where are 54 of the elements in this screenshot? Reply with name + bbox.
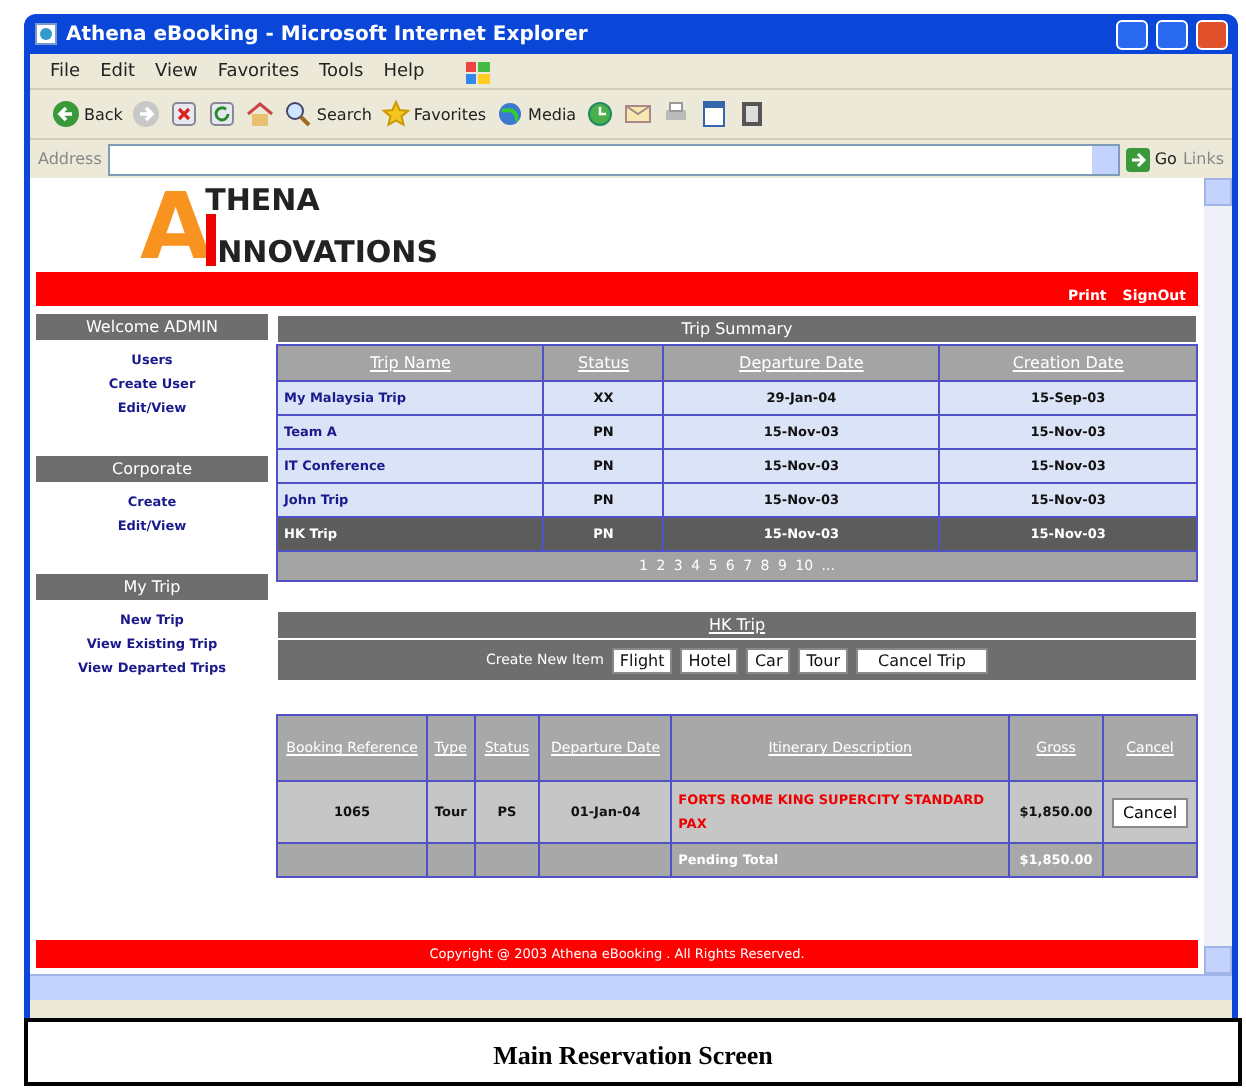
envelope-icon: [624, 100, 653, 128]
search-button[interactable]: Search: [282, 98, 374, 130]
address-field[interactable]: [107, 143, 1121, 175]
go-button[interactable]: Go: [1126, 147, 1177, 171]
cancel-button[interactable]: Cancel: [1112, 797, 1188, 827]
item-button[interactable]: Hotel: [680, 647, 739, 673]
favorites-button[interactable]: Favorites: [379, 98, 489, 130]
logo-bar: [205, 214, 216, 266]
item-button[interactable]: Flight: [611, 647, 673, 673]
menu-item[interactable]: Favorites: [217, 61, 300, 81]
go-arrow-icon: [1126, 147, 1151, 171]
windows-flag-icon: [464, 57, 493, 85]
section-header: Welcome ADMIN: [36, 314, 268, 340]
address-label: Address: [38, 150, 102, 168]
notepad-icon: [738, 100, 767, 128]
logo-text: THENA: [205, 186, 322, 214]
menu-item[interactable]: Help: [383, 61, 425, 81]
stop-icon: [170, 100, 199, 128]
trip-title[interactable]: HK Trip: [276, 610, 1198, 640]
search-icon: [284, 100, 313, 128]
section-header: Corporate: [36, 456, 268, 482]
close-button[interactable]: [1196, 19, 1228, 49]
menu-item[interactable]: Tools: [319, 61, 364, 81]
logo-text: NNOVATIONS: [217, 238, 439, 266]
menu-item[interactable]: Edit: [100, 61, 135, 81]
table-title: Trip Summary: [276, 314, 1198, 344]
back-button[interactable]: Back: [50, 98, 125, 130]
refresh-button[interactable]: [206, 98, 239, 130]
minimize-button[interactable]: [1116, 19, 1148, 49]
refresh-icon: [208, 100, 237, 128]
page-icon: [34, 22, 58, 46]
maximize-button[interactable]: [1156, 19, 1188, 49]
history-button[interactable]: [584, 98, 617, 130]
item-button[interactable]: Cancel Trip: [856, 647, 988, 673]
window-title: Athena eBooking - Microsoft Internet Explorer: [66, 23, 590, 45]
clock-icon: [586, 100, 615, 128]
house-icon: [246, 100, 275, 128]
item-button[interactable]: Tour: [798, 647, 849, 673]
star-icon: [381, 100, 410, 128]
back-arrow-icon: [52, 100, 80, 128]
horizontal-scrollbar[interactable]: [30, 974, 1232, 1000]
caption-text: Main Reservation Screen: [491, 1038, 775, 1072]
home-button[interactable]: [244, 98, 277, 130]
section-header: My Trip: [36, 574, 268, 600]
document-icon: [700, 100, 729, 128]
menu-item[interactable]: View: [155, 61, 198, 81]
edit-button[interactable]: [698, 98, 731, 130]
globe-icon: [496, 100, 525, 128]
vertical-scrollbar[interactable]: [1204, 178, 1232, 974]
logo-initial: A: [140, 186, 206, 266]
item-button[interactable]: Car: [746, 647, 791, 673]
stop-button[interactable]: [168, 98, 201, 130]
media-button[interactable]: Media: [494, 98, 579, 130]
menu-item[interactable]: File: [50, 61, 81, 81]
